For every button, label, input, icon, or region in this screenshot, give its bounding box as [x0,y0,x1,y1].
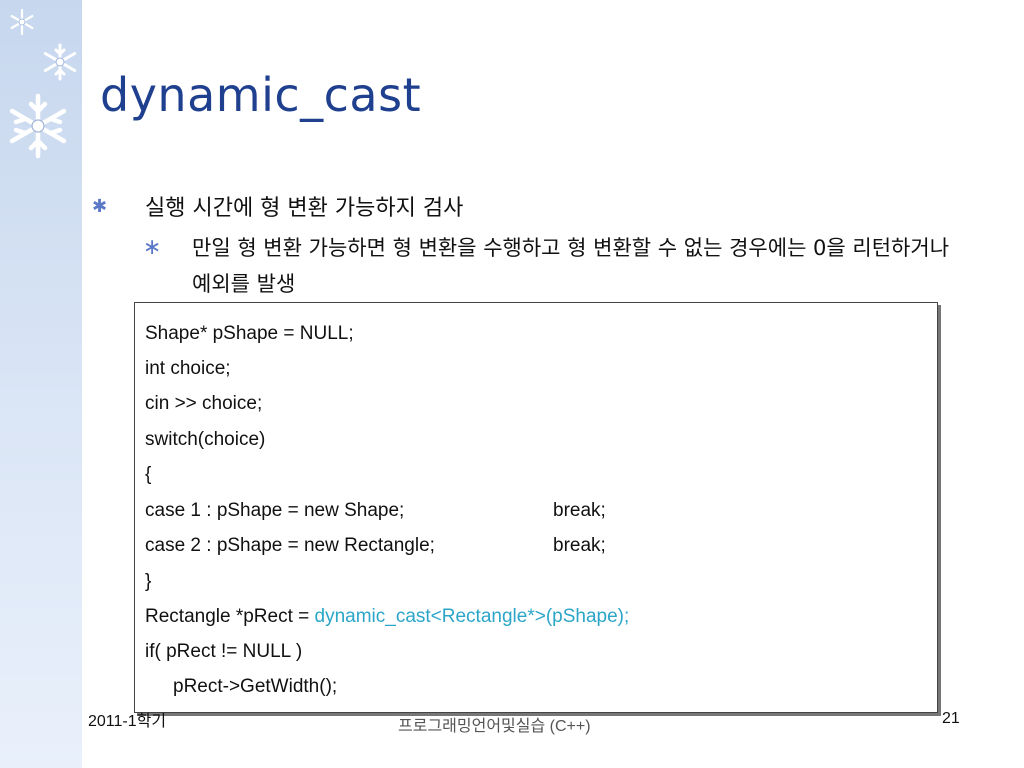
code-line: { [145,464,152,485]
code-line: break; [553,535,606,556]
code-line: Shape* pShape = NULL; [145,323,354,344]
code-line: if( pRect != NULL ) [145,641,303,662]
code-box: Shape* pShape = NULL; int choice; cin >>… [134,302,938,713]
asterisk-bullet-icon: ✱ [92,196,108,217]
bullet-level2: 만일 형 변환 가능하면 형 변환을 수행하고 형 변환할 수 없는 경우에는 … [192,236,950,296]
decorative-sidebar [0,0,82,768]
code-line: case 2 : pShape = new Rectangle; [145,535,435,556]
code-text: Rectangle *pRect = [145,606,315,627]
footer-left: 2011-1학기 [88,713,167,730]
code-line: } [145,571,152,592]
code-line: Rectangle *pRect = dynamic_cast<Rectangl… [145,606,629,628]
footer-center: 프로그래밍언어및실습 (C++) [398,718,591,735]
snowflake-icon [10,8,34,36]
slide-title: dynamic_cast [100,68,422,122]
code-line: int choice; [145,358,231,379]
page-number: 21 [942,710,960,727]
snowflake-icon [9,93,67,159]
code-line: cin >> choice; [145,393,263,414]
code-line: pRect->GetWidth(); [173,676,338,697]
code-line: switch(choice) [145,429,266,450]
code-highlight: dynamic_cast<Rectangle*>(pShape); [314,606,630,627]
snowflake-icon [43,43,77,81]
asterisk-bullet-icon: ∗ [143,235,162,260]
code-line: case 1 : pShape = new Shape; [145,500,405,521]
bullet-level1: 실행 시간에 형 변환 가능하지 검사 [145,196,464,221]
code-line: break; [553,500,606,521]
